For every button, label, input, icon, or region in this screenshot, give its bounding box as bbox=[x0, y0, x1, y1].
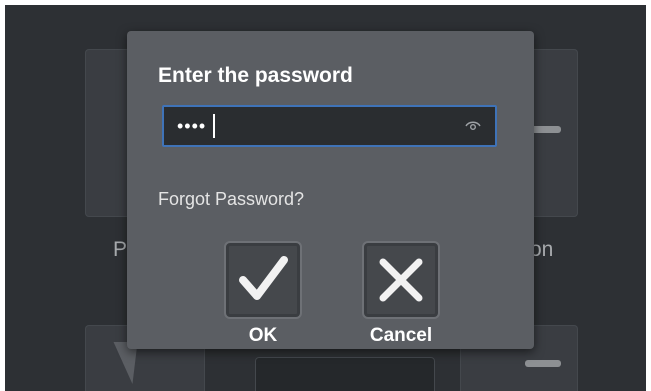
password-dialog: Enter the password •••• Forgot Password?… bbox=[127, 31, 534, 349]
eye-icon[interactable] bbox=[465, 120, 481, 132]
password-value: •••• bbox=[177, 116, 207, 136]
forgot-password-link[interactable]: Forgot Password? bbox=[158, 189, 304, 210]
cancel-button[interactable] bbox=[362, 241, 440, 319]
screen: P on Enter the password •••• Forgot Pass… bbox=[5, 5, 646, 391]
cancel-label[interactable]: Cancel bbox=[357, 325, 445, 347]
checkmark-icon bbox=[239, 256, 288, 300]
ok-label[interactable]: OK bbox=[224, 325, 302, 347]
dialog-title: Enter the password bbox=[158, 64, 353, 87]
background-slider-bar bbox=[525, 360, 561, 367]
text-caret bbox=[213, 114, 215, 138]
password-input[interactable]: •••• bbox=[162, 105, 497, 147]
background-tile-bottom-center bbox=[255, 357, 435, 391]
background-label-left: P bbox=[113, 238, 128, 261]
ok-button[interactable] bbox=[224, 241, 302, 319]
x-close-icon bbox=[379, 258, 423, 302]
